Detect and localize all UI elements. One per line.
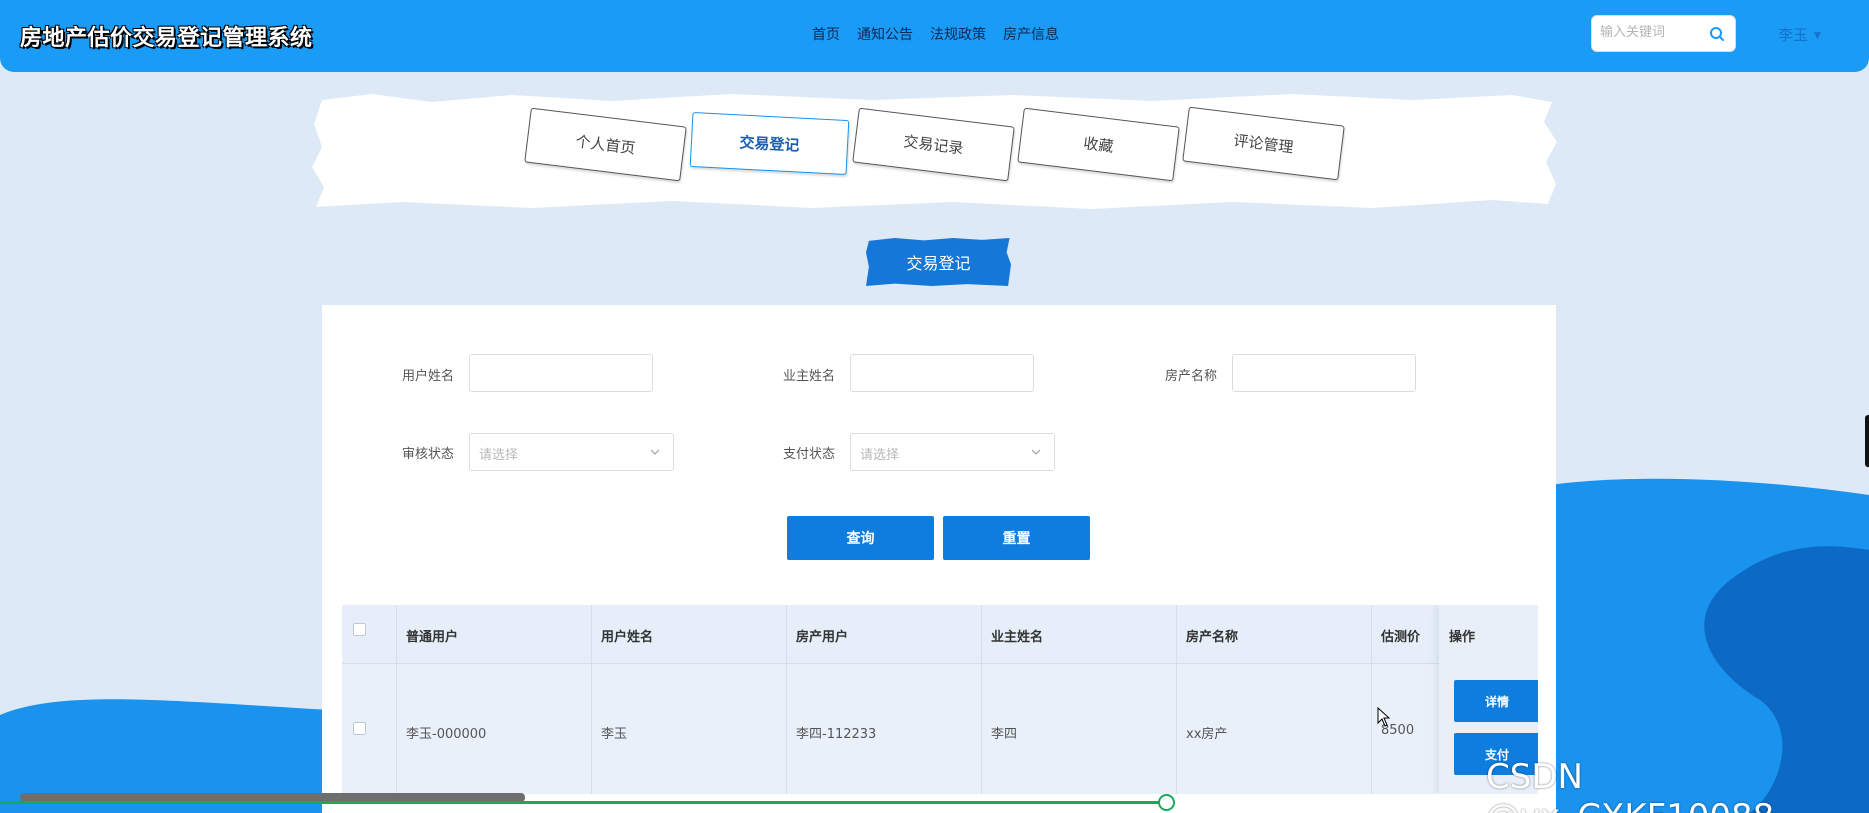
tab-label: 交易记录	[902, 132, 965, 158]
transaction-panel: 用户姓名 业主姓名 房产名称 审核状态 请选择 支付状态 请选择 查询 重置 普…	[322, 305, 1556, 813]
column-divider	[1371, 605, 1372, 794]
user-name: 李玉	[1778, 26, 1809, 44]
site-title: 房地产估价交易登记管理系统	[20, 26, 313, 51]
table-row	[342, 664, 1538, 794]
review-status-label: 审核状态	[402, 447, 455, 462]
user-name-label: 用户姓名	[402, 369, 455, 384]
query-button[interactable]: 查询	[787, 516, 934, 560]
search-icon[interactable]	[1709, 26, 1725, 42]
tab-band: 个人首页 交易登记 交易记录 收藏 评论管理	[312, 92, 1557, 210]
column-divider	[1176, 605, 1177, 794]
search-input[interactable]	[1600, 25, 1700, 40]
review-status-select[interactable]: 请选择	[469, 433, 674, 471]
nav-property-info[interactable]: 房产信息	[1003, 24, 1059, 44]
column-header-user-name: 用户姓名	[601, 630, 654, 645]
select-placeholder: 请选择	[860, 448, 900, 463]
payment-status-select[interactable]: 请选择	[850, 433, 1055, 471]
cell-user-name: 李玉	[601, 727, 628, 742]
column-divider	[396, 605, 397, 794]
nav-home[interactable]: 首页	[812, 24, 840, 44]
chevron-down-icon	[650, 449, 660, 455]
column-header-normal-user: 普通用户	[406, 630, 459, 645]
caret-down-icon: ▼	[1814, 30, 1821, 41]
cell-property-name: xx房产	[1186, 727, 1228, 742]
column-divider	[591, 605, 592, 794]
table-header	[342, 605, 1538, 664]
tab-transaction-records[interactable]: 交易记录	[852, 107, 1015, 182]
tab-label: 收藏	[1082, 134, 1115, 156]
transaction-table: 普通用户 用户姓名 房产用户 业主姓名 房产名称 估测价 李玉-000000 李…	[342, 605, 1538, 813]
column-header-owner-name: 业主姓名	[991, 630, 1044, 645]
tab-favorites[interactable]: 收藏	[1017, 107, 1180, 182]
property-name-input[interactable]	[1232, 354, 1416, 392]
owner-name-label: 业主姓名	[783, 369, 836, 384]
nav-regulations[interactable]: 法规政策	[930, 24, 986, 44]
select-placeholder: 请选择	[479, 448, 519, 463]
column-header-property-user: 房产用户	[796, 630, 849, 645]
column-header-actions: 操作	[1449, 630, 1476, 645]
tab-transaction-registration[interactable]: 交易登记	[689, 111, 850, 176]
cell-normal-user: 李玉-000000	[406, 727, 487, 742]
column-header-property-name: 房产名称	[1186, 630, 1239, 645]
tab-label: 个人首页	[574, 132, 637, 158]
payment-status-label: 支付状态	[783, 447, 836, 462]
select-all-checkbox[interactable]	[353, 623, 366, 636]
owner-name-input[interactable]	[850, 354, 1034, 392]
cell-owner-name: 李四	[991, 727, 1018, 742]
search-box	[1591, 15, 1736, 52]
row-checkbox[interactable]	[353, 722, 366, 735]
tab-comment-management[interactable]: 评论管理	[1182, 106, 1345, 181]
column-header-estimate: 估测价	[1381, 630, 1421, 645]
column-divider	[981, 605, 982, 794]
column-divider	[786, 605, 787, 794]
nav-notices[interactable]: 通知公告	[857, 24, 913, 44]
top-nav: 首页 通知公告 法规政策 房产信息	[812, 24, 1059, 44]
video-progress-knob[interactable]	[1158, 794, 1175, 811]
user-menu[interactable]: 李玉 ▼	[1778, 24, 1821, 45]
row-divider	[342, 663, 1538, 664]
section-title: 交易登记	[866, 238, 1011, 286]
video-progress-bar[interactable]	[0, 801, 1167, 804]
watermark: CSDN @vx_CXKF10088	[1486, 757, 1774, 813]
top-header: 房地产估价交易登记管理系统 首页 通知公告 法规政策 房产信息 李玉 ▼	[0, 0, 1869, 72]
side-edge-handle[interactable]	[1865, 415, 1869, 467]
tab-personal-home[interactable]: 个人首页	[524, 107, 687, 182]
chevron-down-icon	[1031, 449, 1041, 455]
mouse-cursor-icon	[1377, 707, 1391, 727]
user-name-input[interactable]	[469, 354, 653, 392]
tab-label: 交易登记	[739, 133, 800, 155]
reset-button[interactable]: 重置	[943, 516, 1090, 560]
property-name-label: 房产名称	[1165, 369, 1218, 384]
tab-label: 评论管理	[1232, 131, 1295, 157]
detail-button[interactable]: 详情	[1454, 680, 1538, 722]
cell-property-user: 李四-112233	[796, 727, 877, 742]
